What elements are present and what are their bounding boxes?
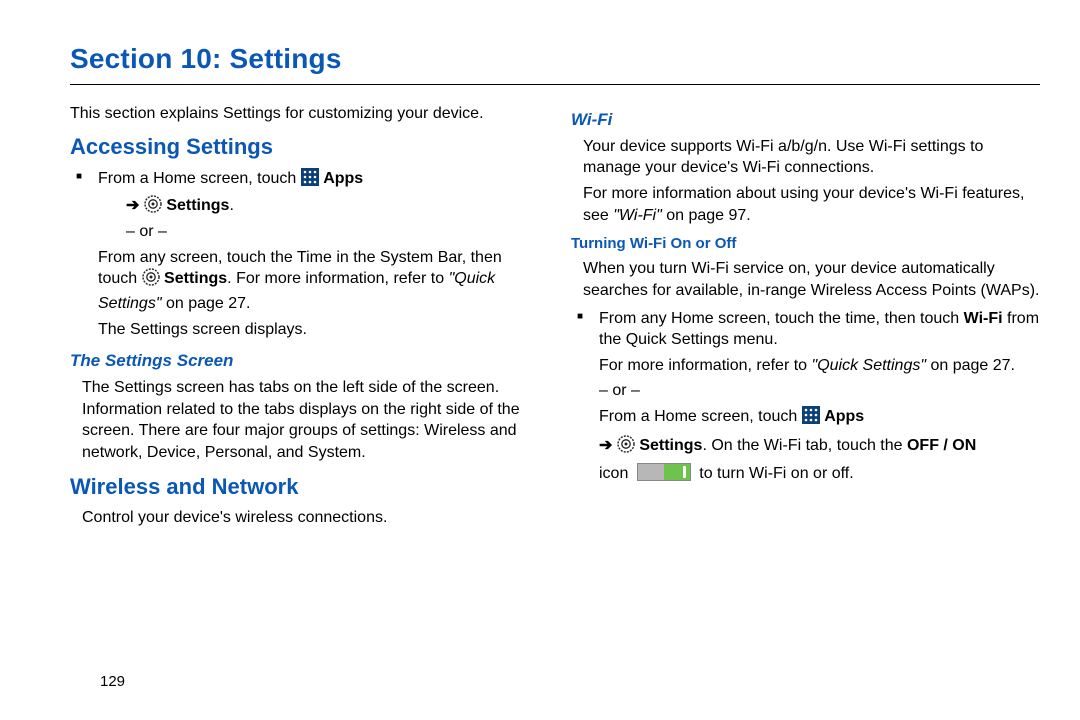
- instruction: From any Home screen, touch the time, th…: [599, 308, 1040, 351]
- heading-wireless-network: Wireless and Network: [70, 472, 539, 502]
- wifi-ref: For more information about using your de…: [571, 183, 1040, 226]
- arrow-icon: ➔: [126, 197, 139, 214]
- apps-grid-icon: [301, 168, 319, 193]
- apps-label: Apps: [824, 408, 864, 425]
- bullet-home-screen: From a Home screen, touch Apps ➔ Setting…: [70, 168, 539, 340]
- text: From any Home screen, touch the time, th…: [599, 310, 964, 327]
- right-column: Wi-Fi Your device supports Wi-Fi a/b/g/n…: [571, 99, 1040, 533]
- settings-label: Settings: [164, 270, 227, 287]
- text: . On the Wi-Fi tab, touch the: [702, 437, 907, 454]
- or-text: – or –: [599, 380, 1040, 402]
- period: .: [229, 197, 233, 214]
- settings-label: Settings: [639, 437, 702, 454]
- text: icon: [599, 465, 633, 482]
- arrow-icon: ➔: [599, 437, 612, 454]
- home-screen-line: From a Home screen, touch Apps: [599, 406, 1040, 431]
- settings-toggle-line: ➔ Settings. On the Wi-Fi tab, touch the …: [599, 435, 1040, 460]
- section-title: Section 10: Settings: [70, 40, 1040, 84]
- page-number: 129: [100, 672, 125, 692]
- heading-turning-wifi: Turning Wi-Fi On or Off: [571, 234, 1040, 254]
- text: . For more information, refer to: [227, 270, 448, 287]
- cross-ref: "Quick Settings": [812, 357, 927, 374]
- alt-instruction: From any screen, touch the Time in the S…: [98, 247, 539, 315]
- ref-line: For more information, refer to "Quick Se…: [599, 355, 1040, 377]
- heading-accessing-settings: Accessing Settings: [70, 132, 539, 162]
- text: on page 97.: [662, 207, 751, 224]
- text: From a Home screen, touch: [98, 170, 301, 187]
- settings-screen-desc: The Settings screen has tabs on the left…: [70, 377, 539, 463]
- heading-settings-screen: The Settings Screen: [70, 350, 539, 373]
- wifi-desc: Your device supports Wi-Fi a/b/g/n. Use …: [571, 136, 1040, 179]
- settings-label: Settings: [166, 197, 229, 214]
- turning-wifi-desc: When you turn Wi-Fi service on, your dev…: [571, 258, 1040, 301]
- off-on-label: OFF / ON: [907, 437, 976, 454]
- wireless-desc: Control your device's wireless connectio…: [70, 507, 539, 529]
- text: on page 27.: [162, 295, 251, 312]
- sub-line: ➔ Settings.: [98, 195, 539, 220]
- settings-gear-icon: [617, 435, 635, 460]
- settings-gear-icon: [144, 195, 162, 220]
- two-column-layout: This section explains Settings for custo…: [70, 99, 1040, 533]
- toggle-switch-icon: [637, 463, 691, 481]
- text: For more information, refer to: [599, 357, 812, 374]
- settings-gear-icon: [142, 268, 160, 293]
- text: to turn Wi-Fi on or off.: [695, 465, 854, 482]
- wifi-label: Wi-Fi: [964, 310, 1003, 327]
- bullet-quick-settings: From any Home screen, touch the time, th…: [571, 308, 1040, 485]
- cross-ref: "Wi-Fi": [613, 207, 662, 224]
- text: From a Home screen, touch: [599, 408, 802, 425]
- title-rule: [70, 84, 1040, 85]
- result-text: The Settings screen displays.: [98, 319, 539, 341]
- text: on page 27.: [926, 357, 1015, 374]
- apps-label: Apps: [323, 170, 363, 187]
- or-text: – or –: [98, 221, 539, 243]
- heading-wifi: Wi-Fi: [571, 109, 1040, 132]
- apps-grid-icon: [802, 406, 820, 431]
- intro-text: This section explains Settings for custo…: [70, 103, 539, 125]
- left-column: This section explains Settings for custo…: [70, 99, 539, 533]
- toggle-line: icon to turn Wi-Fi on or off.: [599, 463, 1040, 485]
